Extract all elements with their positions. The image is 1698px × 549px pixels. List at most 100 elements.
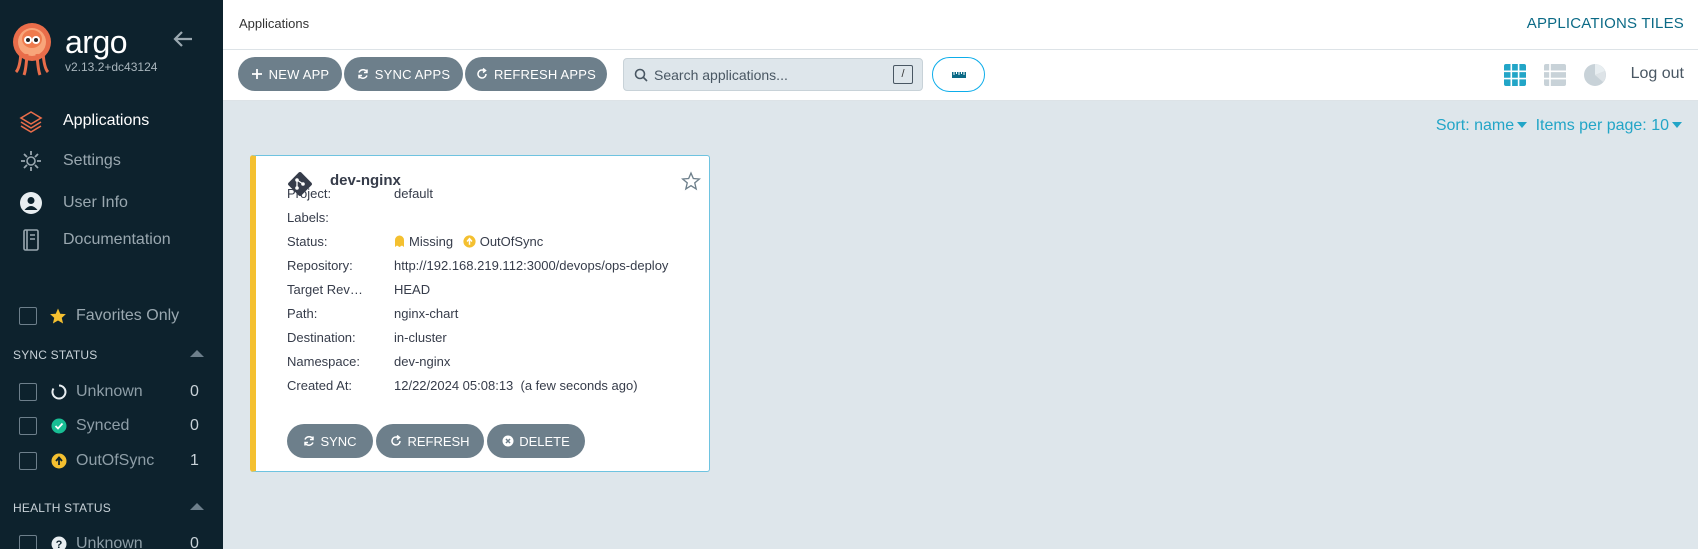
arrow-left-icon[interactable] — [172, 28, 194, 50]
argo-logo[interactable] — [12, 22, 52, 76]
question-circle-icon: ? — [51, 536, 67, 549]
health-status-heading: HEALTH STATUS — [13, 501, 111, 515]
filter-count: 0 — [190, 417, 199, 434]
sort-dropdown[interactable]: Sort: name — [1436, 117, 1531, 134]
page-title: APPLICATIONS TILES — [1526, 15, 1684, 32]
field-key: Namespace: — [287, 354, 360, 369]
breadcrumb[interactable]: Applications — [239, 16, 309, 31]
user-icon — [20, 192, 42, 214]
collapse-health-icon[interactable] — [190, 503, 204, 510]
search-input[interactable] — [654, 59, 894, 90]
nav-item-settings[interactable]: Settings — [0, 143, 223, 179]
status-values: Missing OutOfSync — [394, 234, 549, 251]
gear-icon — [21, 151, 41, 171]
button-label: SYNC APPS — [374, 66, 451, 82]
search-icon — [634, 68, 648, 82]
sync-status-heading: SYNC STATUS — [13, 348, 98, 362]
search-box[interactable]: / — [623, 58, 923, 91]
field-key: Path: — [287, 306, 318, 321]
nav-label: Applications — [63, 112, 150, 129]
layers-icon — [19, 111, 43, 133]
tiles-view-icon[interactable] — [1503, 63, 1527, 87]
nav-item-applications[interactable]: Applications — [0, 103, 223, 139]
checkbox[interactable] — [19, 535, 37, 549]
nav-label: Documentation — [63, 231, 171, 248]
filter-count: 1 — [190, 452, 199, 469]
filter-unknown-sync[interactable]: Unknown 0 — [0, 380, 223, 404]
top-bar: Applications APPLICATIONS TILES — [223, 0, 1698, 50]
sync-status: OutOfSync — [463, 234, 543, 249]
sidebar: argo v2.13.2+dc43124 Applications Settin… — [0, 0, 223, 549]
collapse-sync-icon[interactable] — [190, 350, 204, 357]
field-key: Labels: — [287, 210, 329, 225]
checkbox[interactable] — [19, 452, 37, 470]
delete-button[interactable]: DELETE — [487, 424, 585, 458]
refresh-icon — [477, 68, 487, 79]
arrow-up-circle-icon — [51, 453, 67, 469]
nav-item-user-info[interactable]: User Info — [0, 185, 223, 221]
star-outline-icon[interactable] — [681, 171, 701, 191]
sort-label: Sort: name — [1435, 117, 1515, 134]
refresh-icon — [391, 435, 402, 446]
field-key: Status: — [287, 234, 328, 249]
refresh-apps-button[interactable]: REFRESH APPS — [465, 57, 607, 91]
app-tile[interactable]: dev-nginx Project: default Labels: Status… — [250, 155, 710, 472]
refresh-button[interactable]: REFRESH — [376, 424, 484, 458]
star-icon — [50, 308, 66, 324]
brand-name: argo — [65, 24, 128, 60]
filter-synced[interactable]: Synced 0 — [0, 414, 223, 438]
items-per-page-dropdown[interactable]: Items per page: 10 — [1536, 117, 1686, 134]
field-value: HEAD — [394, 282, 431, 297]
health-status-label: Missing — [409, 234, 454, 249]
times-circle-icon — [502, 435, 514, 447]
sync-apps-button[interactable]: SYNC APPS — [344, 57, 463, 91]
plus-icon — [251, 69, 262, 79]
checkbox[interactable] — [19, 383, 37, 401]
filter-out-of-sync[interactable]: OutOfSync 1 — [0, 449, 223, 473]
health-status: Missing — [394, 234, 453, 249]
nav-item-documentation[interactable]: Documentation — [0, 222, 223, 258]
logout-link[interactable]: Log out — [1631, 65, 1684, 83]
chevron-down-icon — [1672, 121, 1682, 128]
checkbox[interactable] — [19, 417, 37, 435]
field-value[interactable]: http://192.168.219.112:3000/devops/ops-d… — [394, 258, 668, 273]
svg-text:?: ? — [56, 539, 63, 549]
nav-label: Settings — [63, 152, 121, 169]
pie-chart-view-icon[interactable] — [1583, 63, 1607, 87]
ruler-icon — [952, 72, 966, 78]
check-circle-icon — [51, 418, 67, 434]
field-key: Project: — [287, 186, 332, 201]
list-view-icon[interactable] — [1543, 63, 1567, 87]
nav-label: User Info — [63, 194, 128, 211]
version-label: v2.13.2+dc43124 — [65, 60, 158, 74]
filter-label: OutOfSync — [76, 452, 155, 469]
book-icon — [23, 229, 39, 251]
favorites-checkbox[interactable] — [19, 307, 37, 325]
field-key: Created At: — [287, 378, 353, 393]
filter-label: Synced — [76, 417, 130, 434]
field-value: nginx-chart — [394, 306, 459, 321]
sync-icon — [358, 69, 368, 79]
field-value: default — [394, 186, 434, 201]
button-label: SYNC — [320, 433, 357, 449]
filter-count: 0 — [190, 383, 199, 400]
sync-button[interactable]: SYNC — [287, 424, 373, 458]
sync-icon — [304, 436, 315, 446]
field-key: Repository: — [287, 258, 353, 273]
button-label: NEW APP — [268, 66, 330, 82]
arrow-up-circle-icon — [463, 235, 476, 248]
sort-controls: Sort: name Items per page: 10 — [1436, 117, 1686, 135]
filter-unknown-health[interactable]: ? Unknown 0 — [0, 532, 223, 549]
favorites-label: Favorites Only — [76, 307, 180, 324]
toolbar: NEW APP SYNC APPS REFRESH APPS / Log out — [223, 50, 1698, 101]
button-label: REFRESH — [407, 433, 470, 449]
button-label: DELETE — [519, 433, 570, 449]
items-per-page-label: Items per page: 10 — [1535, 117, 1669, 134]
favorites-filter[interactable]: Favorites Only — [0, 304, 223, 328]
filter-count: 0 — [190, 535, 199, 549]
field-key: Destination: — [287, 330, 356, 345]
filter-toggle-button[interactable] — [932, 57, 985, 92]
filter-label: Unknown — [76, 383, 143, 400]
new-app-button[interactable]: NEW APP — [238, 57, 342, 91]
chevron-down-icon — [1517, 121, 1528, 128]
